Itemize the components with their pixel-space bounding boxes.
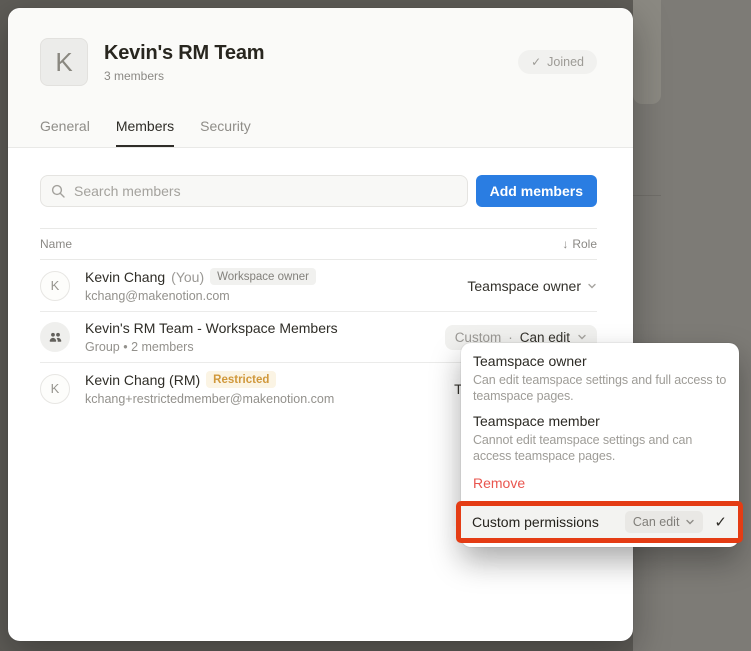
background-divider (633, 195, 661, 196)
teamspace-title: Kevin's RM Team (104, 42, 518, 65)
member-name: Kevin Chang (85, 269, 165, 285)
member-email: kchang@makenotion.com (85, 289, 467, 303)
teamspace-header: K Kevin's RM Team 3 members ✓ Joined (40, 38, 597, 86)
role-column-header: Role (572, 237, 597, 251)
member-name: Kevin Chang (RM) (85, 372, 200, 388)
option-title: Teamspace member (473, 413, 727, 430)
role-sort-button[interactable]: ↓ Role (562, 237, 597, 251)
check-icon: ✓ (531, 55, 541, 69)
group-avatar (40, 322, 70, 352)
option-description: Can edit teamspace settings and full acc… (473, 372, 727, 404)
teamspace-title-block: Kevin's RM Team 3 members (104, 42, 518, 83)
group-subtitle: Group • 2 members (85, 340, 445, 354)
add-members-button[interactable]: Add members (476, 175, 597, 207)
sort-descending-icon: ↓ (562, 237, 568, 251)
option-description: Cannot edit teamspace settings and can a… (473, 432, 727, 464)
menu-option-remove[interactable]: Remove (473, 475, 727, 491)
background-card-remnant (633, 0, 661, 104)
role-value: Teamspace owner (467, 278, 581, 294)
tab-security[interactable]: Security (200, 118, 251, 147)
permission-value: Can edit (633, 515, 680, 529)
name-column-header: Name (40, 237, 72, 251)
settings-tabs: General Members Security (40, 118, 597, 147)
search-icon (51, 184, 65, 198)
tab-members[interactable]: Members (116, 118, 174, 147)
permission-level-select[interactable]: Can edit (625, 511, 704, 533)
teamspace-avatar-letter: K (55, 47, 72, 78)
role-dropdown-options: Teamspace owner Can edit teamspace setti… (461, 343, 739, 491)
group-name: Kevin's RM Team - Workspace Members (85, 320, 338, 336)
custom-permissions-label: Custom permissions (472, 514, 625, 530)
search-field-wrap (40, 175, 468, 207)
workspace-owner-badge: Workspace owner (210, 268, 316, 285)
role-select-row1[interactable]: Teamspace owner (467, 278, 597, 294)
member-avatar: K (40, 374, 70, 404)
people-icon (48, 330, 63, 345)
member-avatar-letter: K (51, 381, 60, 396)
member-avatar: K (40, 271, 70, 301)
teamspace-member-count: 3 members (104, 69, 518, 83)
chevron-down-icon (587, 281, 597, 291)
member-you-suffix: (You) (171, 269, 204, 285)
member-email: kchang+restrictedmember@makenotion.com (85, 392, 454, 406)
menu-option-teamspace-owner[interactable]: Teamspace owner Can edit teamspace setti… (473, 353, 727, 404)
member-info: Kevin Chang (You) Workspace owner kchang… (85, 268, 467, 303)
menu-option-teamspace-member[interactable]: Teamspace member Cannot edit teamspace s… (473, 413, 727, 464)
members-table-header: Name ↓ Role (40, 228, 597, 260)
group-info: Kevin's RM Team - Workspace Members Grou… (85, 320, 445, 354)
member-row-kevin-chang: K Kevin Chang (You) Workspace owner kcha… (40, 260, 597, 312)
member-avatar-letter: K (51, 278, 60, 293)
chevron-down-icon (685, 517, 695, 527)
teamspace-avatar: K (40, 38, 88, 86)
members-toolbar: Add members (40, 175, 597, 207)
restricted-badge: Restricted (206, 371, 276, 388)
joined-label: Joined (547, 55, 584, 69)
chevron-down-icon (577, 332, 587, 342)
joined-button[interactable]: ✓ Joined (518, 50, 597, 74)
tab-general[interactable]: General (40, 118, 90, 147)
menu-option-custom-permissions-highlighted[interactable]: Custom permissions Can edit ✓ (456, 501, 743, 543)
option-title: Teamspace owner (473, 353, 727, 370)
selected-check-icon: ✓ (714, 513, 727, 531)
search-members-input[interactable] (40, 175, 468, 207)
member-info: Kevin Chang (RM) Restricted kchang+restr… (85, 371, 454, 406)
modal-header-section: K Kevin's RM Team 3 members ✓ Joined Gen… (8, 8, 633, 148)
